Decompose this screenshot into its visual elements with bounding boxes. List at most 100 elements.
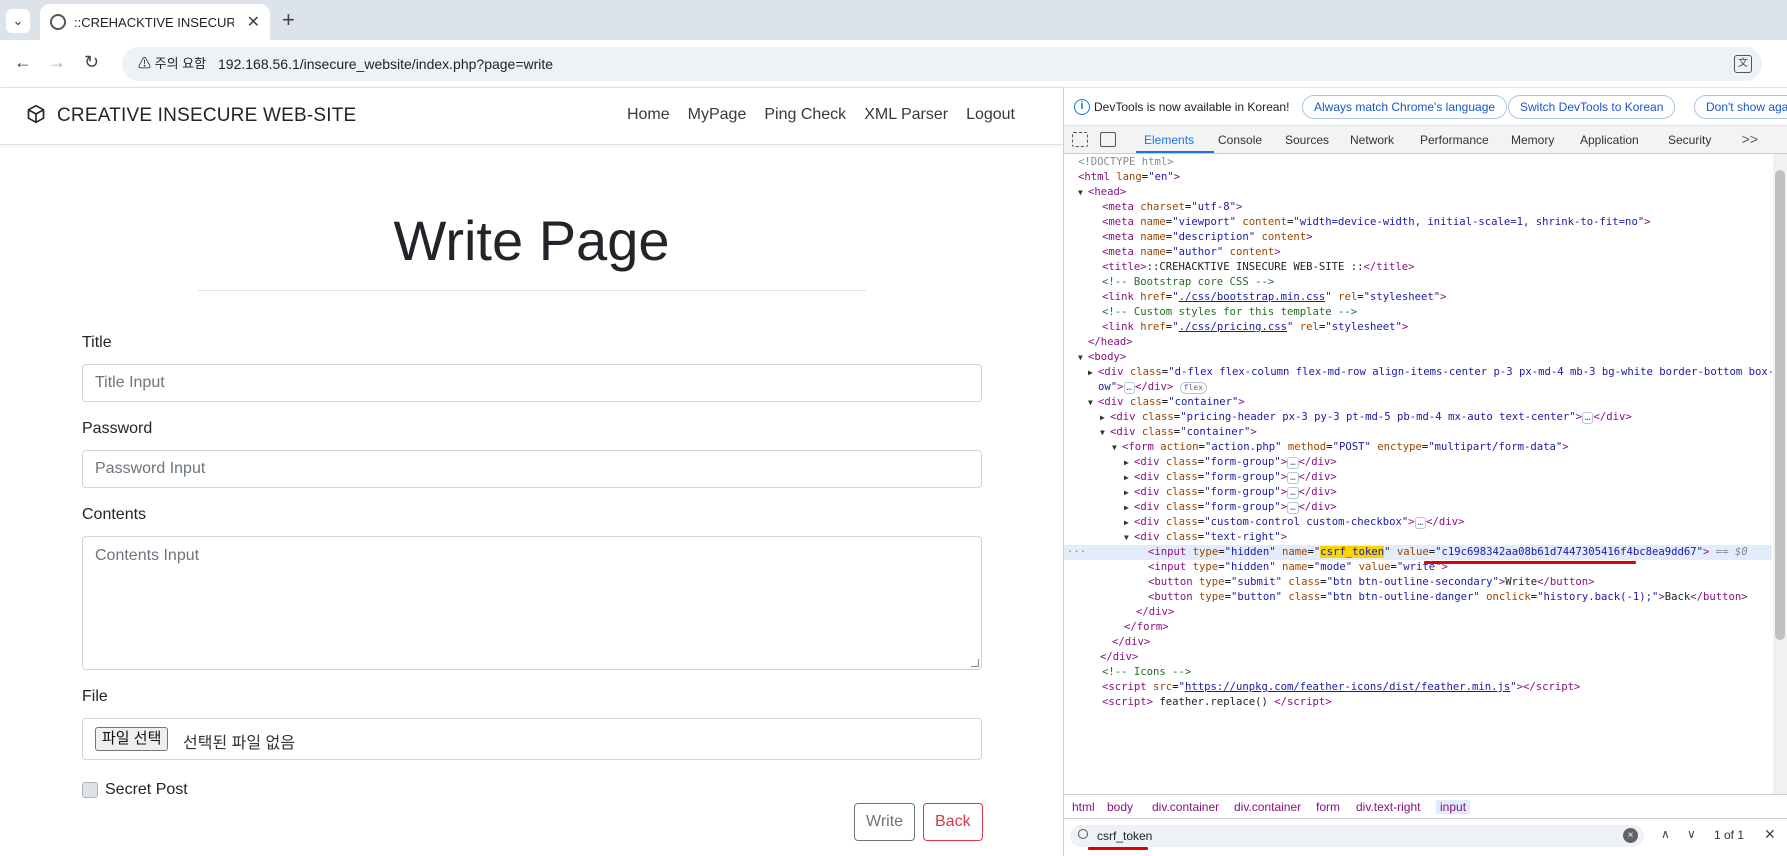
nav-ping-check[interactable]: Ping Check (764, 106, 846, 124)
box-icon (27, 104, 45, 124)
nav-xml-parser[interactable]: XML Parser (864, 106, 948, 124)
crumb-div-container-inner[interactable]: div.container (1234, 800, 1301, 814)
nav-mypage[interactable]: MyPage (688, 106, 747, 124)
tab-application[interactable]: Application (1580, 133, 1639, 147)
element-picker-icon[interactable] (1072, 132, 1088, 147)
dom-node[interactable]: ▼ <head> (1064, 185, 1772, 200)
choose-file-button[interactable]: 파일 선택 (95, 727, 169, 751)
tab-network[interactable]: Network (1350, 133, 1394, 147)
clear-search-icon[interactable]: × (1623, 828, 1638, 843)
dom-node[interactable]: <!-- Custom styles for this template --> (1064, 305, 1772, 320)
crumb-body[interactable]: body (1107, 800, 1133, 814)
dom-node[interactable]: ow">… </div> flex (1064, 380, 1772, 395)
url-text[interactable]: 192.168.56.1/insecure_website/index.php?… (218, 56, 553, 72)
tab-elements[interactable]: Elements (1144, 133, 1194, 147)
address-bar[interactable]: ⚠ 주의 요함 192.168.56.1/insecure_website/in… (122, 47, 1762, 81)
dom-search-input[interactable]: csrf_token × (1070, 825, 1644, 847)
dom-node[interactable]: ▼ <div class="container"> (1064, 395, 1772, 410)
title-input[interactable]: Title Input (82, 364, 982, 402)
contents-label: Contents (82, 506, 147, 523)
device-toolbar-icon[interactable] (1100, 132, 1116, 147)
title-label: Title (82, 334, 112, 351)
file-input[interactable]: 파일 선택 선택된 파일 없음 (82, 718, 982, 760)
dom-node[interactable]: ▼ <body> (1064, 350, 1772, 365)
dom-node[interactable]: <html lang="en"> (1064, 170, 1772, 185)
write-button[interactable]: Write (854, 803, 916, 841)
dom-node[interactable]: <!-- Bootstrap core CSS --> (1064, 275, 1772, 290)
dom-node[interactable]: ▼ <div class="container"> (1064, 425, 1772, 440)
dom-node[interactable]: ▶ <div class="pricing-header px-3 py-3 pt… (1064, 410, 1772, 425)
chevron-down-icon[interactable]: ∨ (1687, 827, 1696, 841)
dom-node[interactable]: <meta name="author" content> (1064, 245, 1772, 260)
forward-arrow-icon[interactable]: → (48, 52, 66, 73)
crumb-html[interactable]: html (1072, 800, 1095, 814)
nav-home[interactable]: Home (627, 106, 670, 124)
crumb-input[interactable]: input (1436, 800, 1471, 814)
dom-node[interactable]: ▶ <div class="d-flex flex-column flex-md-… (1064, 365, 1772, 380)
dom-node[interactable]: </div> (1064, 605, 1772, 620)
dom-node[interactable]: </head> (1064, 335, 1772, 350)
dom-node[interactable]: <script src="https://unpkg.com/feather-i… (1064, 680, 1772, 695)
match-language-button[interactable]: Always match Chrome's language (1302, 95, 1508, 119)
crumb-div-container[interactable]: div.container (1152, 800, 1219, 814)
dom-node[interactable]: ▼ <form action="action.php" method="POST"… (1064, 440, 1772, 455)
dom-node[interactable]: <button type="submit" class="btn btn-out… (1064, 575, 1772, 590)
contents-textarea[interactable]: Contents Input (82, 536, 982, 670)
dom-node[interactable]: ▶ <div class="form-group">… </div> (1064, 485, 1772, 500)
close-tab-icon[interactable]: ✕ (247, 12, 260, 32)
security-warning-chip[interactable]: ⚠ 주의 요함 (130, 52, 214, 76)
more-tabs-icon[interactable]: >> (1742, 131, 1758, 147)
site-brand[interactable]: CREATIVE INSECURE WEB-SITE (57, 105, 356, 127)
back-button[interactable]: Back (923, 803, 983, 841)
tab-search-button[interactable]: ⌄ (6, 9, 30, 33)
reload-icon[interactable]: ↻ (84, 52, 99, 73)
title-placeholder: Title Input (95, 374, 165, 391)
dom-node[interactable]: <input type="hidden" name="mode" value="… (1064, 560, 1772, 575)
dom-node[interactable]: </form> (1064, 620, 1772, 635)
dom-node[interactable]: ▶ <div class="form-group">… </div> (1064, 470, 1772, 485)
dom-node[interactable]: ▶ <div class="custom-control custom-check… (1064, 515, 1772, 530)
dom-tree[interactable]: <!DOCTYPE html> <html lang="en"> ▼ <head>… (1064, 154, 1772, 800)
dom-node[interactable]: <meta name="description" content> (1064, 230, 1772, 245)
crumb-div-text-right[interactable]: div.text-right (1356, 800, 1420, 814)
close-search-icon[interactable]: ✕ (1764, 826, 1776, 843)
dom-node[interactable]: <script> feather.replace() </script> (1064, 695, 1772, 710)
dom-node[interactable]: <meta name="viewport" content="width=dev… (1064, 215, 1772, 230)
dont-show-again-button[interactable]: Don't show aga (1694, 95, 1787, 119)
nav-logout[interactable]: Logout (966, 106, 1015, 124)
dom-node[interactable]: ▶ <div class="form-group">… </div> (1064, 500, 1772, 515)
dom-node[interactable]: <link href="./css/bootstrap.min.css" rel… (1064, 290, 1772, 305)
translate-icon[interactable]: 文 (1734, 55, 1752, 73)
dom-node[interactable]: <link href="./css/pricing.css" rel="styl… (1064, 320, 1772, 335)
dom-node[interactable]: <meta charset="utf-8"> (1064, 200, 1772, 215)
dom-node[interactable]: ▶ <div class="form-group">… </div> (1064, 455, 1772, 470)
tab-security[interactable]: Security (1668, 133, 1711, 147)
dom-node[interactable]: </div> (1064, 635, 1772, 650)
password-input[interactable]: Password Input (82, 450, 982, 488)
security-chip-label: 주의 요함 (154, 56, 207, 71)
chevron-up-icon[interactable]: ∧ (1661, 827, 1670, 841)
tab-memory[interactable]: Memory (1511, 133, 1554, 147)
back-arrow-icon[interactable]: ← (14, 52, 32, 73)
scrollbar-thumb[interactable] (1775, 170, 1785, 640)
resize-handle[interactable] (971, 659, 979, 667)
new-tab-icon[interactable]: + (282, 7, 295, 33)
dom-node[interactable]: <!-- Icons --> (1064, 665, 1772, 680)
tab-performance[interactable]: Performance (1420, 133, 1489, 147)
dom-node-selected[interactable]: ··· <input type="hidden" name="csrf_token… (1064, 545, 1772, 560)
password-label: Password (82, 420, 153, 437)
crumb-form[interactable]: form (1316, 800, 1340, 814)
dom-tree-scrollbar[interactable] (1773, 154, 1787, 800)
dom-node[interactable]: <title>::CREHACKTIVE INSECURE WEB-SITE :… (1064, 260, 1772, 275)
secret-post-label[interactable]: Secret Post (105, 781, 188, 799)
tab-sources[interactable]: Sources (1285, 133, 1329, 147)
switch-korean-button[interactable]: Switch DevTools to Korean (1508, 95, 1676, 119)
search-match-count: 1 of 1 (1714, 828, 1745, 842)
browser-tab[interactable]: ::CREHACKTIVE INSECURE WEB-SITE :: ✕ (40, 4, 270, 40)
dom-node[interactable]: ▼ <div class="text-right"> (1064, 530, 1772, 545)
dom-node[interactable]: <!DOCTYPE html> (1064, 155, 1772, 170)
dom-node[interactable]: </div> (1064, 650, 1772, 665)
tab-console[interactable]: Console (1218, 133, 1262, 147)
secret-post-checkbox[interactable] (82, 782, 98, 798)
dom-node[interactable]: <button type="button" class="btn btn-out… (1064, 590, 1772, 605)
